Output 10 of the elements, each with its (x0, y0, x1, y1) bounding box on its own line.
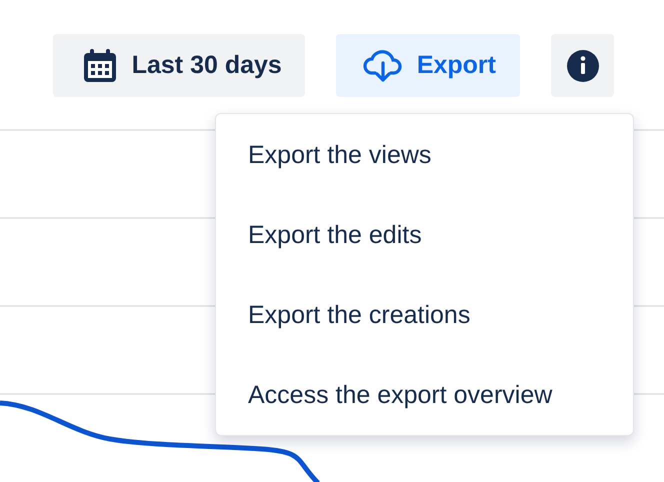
menu-item[interactable]: Export the edits (216, 195, 633, 275)
cloud-download-icon (362, 48, 403, 82)
calendar-icon (82, 48, 118, 84)
menu-item[interactable]: Export the creations (216, 275, 633, 355)
info-button[interactable] (551, 34, 614, 97)
date-range-button[interactable]: Last 30 days (52, 34, 305, 97)
export-button[interactable]: Export (336, 34, 520, 97)
menu-item[interactable]: Export the views (216, 115, 633, 195)
menu-item[interactable]: Access the export overview (216, 355, 633, 435)
info-icon (566, 50, 598, 82)
